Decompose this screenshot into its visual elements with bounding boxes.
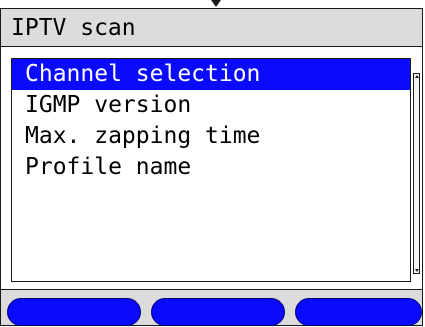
softkey-left[interactable]: [7, 298, 141, 326]
menu-item-profile-name[interactable]: Profile name: [12, 152, 410, 183]
softkey-bar: [1, 289, 422, 326]
menu-list: Channel selection IGMP version Max. zapp…: [11, 58, 411, 282]
page-title: IPTV scan: [11, 15, 136, 41]
title-bar: IPTV scan: [1, 9, 422, 47]
menu-item-max-zapping-time[interactable]: Max. zapping time: [12, 121, 410, 152]
softkey-middle[interactable]: [151, 298, 285, 326]
scroll-up-arrow-icon: [415, 75, 419, 78]
softkey-right[interactable]: [295, 298, 422, 326]
menu-item-channel-selection[interactable]: Channel selection: [12, 59, 410, 90]
scroll-down-arrow-icon: [415, 269, 419, 272]
scrollbar[interactable]: [413, 73, 420, 274]
device-screen: IPTV scan Channel selection IGMP version…: [0, 8, 423, 326]
menu-item-igmp-version[interactable]: IGMP version: [12, 90, 410, 121]
top-indicator-icon: [211, 0, 221, 7]
